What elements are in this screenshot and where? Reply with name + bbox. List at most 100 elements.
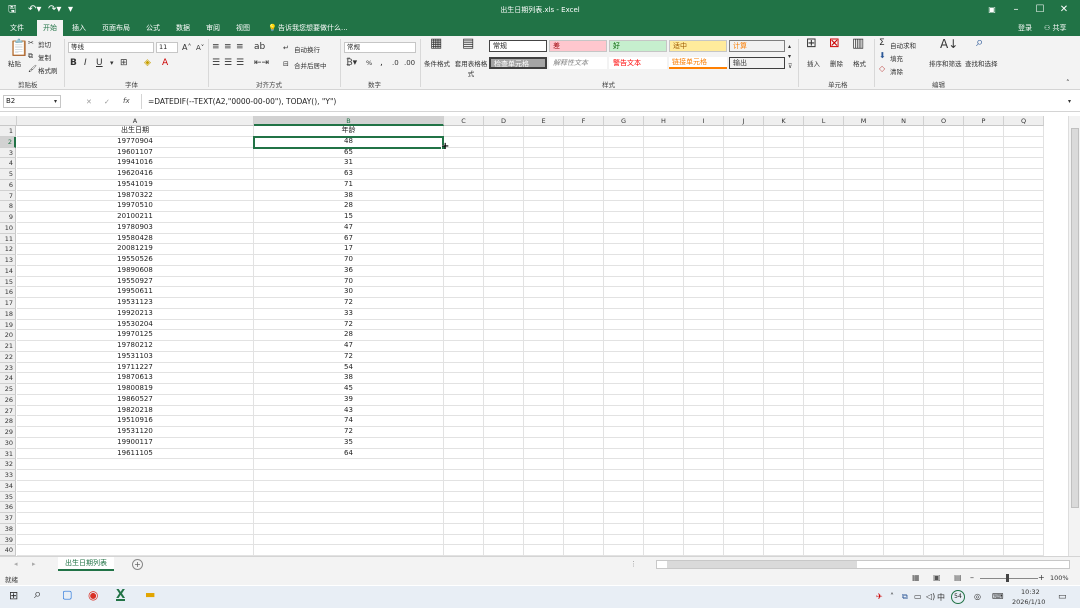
cell-o3[interactable] [924, 147, 964, 159]
cell-e3[interactable] [524, 147, 564, 159]
cell-n28[interactable] [884, 416, 924, 427]
cell-h36[interactable] [644, 502, 684, 513]
cell-l23[interactable] [804, 362, 844, 374]
cell-f31[interactable] [564, 448, 604, 460]
cell-i2[interactable] [684, 136, 724, 148]
styles-scroll-up-icon[interactable]: ▴ [788, 42, 791, 52]
cell-d22[interactable] [484, 351, 524, 363]
cell-o39[interactable] [924, 534, 964, 546]
cell-d16[interactable] [484, 287, 524, 298]
search-icon[interactable]: ⌕ [976, 36, 983, 49]
cell-q30[interactable] [1004, 437, 1044, 449]
cell-o24[interactable] [924, 373, 964, 384]
select-all-corner[interactable] [0, 116, 17, 126]
cell-j22[interactable] [724, 351, 764, 363]
cell-j8[interactable] [724, 201, 764, 212]
clock-date[interactable]: 2026/1/10 [1012, 598, 1045, 606]
column-header-g[interactable]: G [604, 116, 644, 126]
autosum-icon[interactable]: Σ [879, 38, 885, 48]
cell-h25[interactable] [644, 384, 684, 395]
cell-n27[interactable] [884, 405, 924, 417]
prev-sheet-icon[interactable]: ◂ [14, 559, 18, 569]
cell-a9[interactable]: 20100211 [17, 212, 254, 223]
cell-k31[interactable] [764, 448, 804, 460]
cell-l7[interactable] [804, 190, 844, 202]
cell-a21[interactable]: 19780212 [17, 341, 254, 352]
row-header[interactable]: 15 [0, 276, 16, 288]
cell-q38[interactable] [1004, 523, 1044, 535]
column-header-e[interactable]: E [524, 116, 564, 126]
cell-k19[interactable] [764, 319, 804, 331]
cell-q6[interactable] [1004, 179, 1044, 191]
row-header[interactable]: 28 [0, 416, 16, 427]
cell-m11[interactable] [844, 233, 884, 245]
row-header[interactable]: 12 [0, 244, 16, 255]
cell-m37[interactable] [844, 513, 884, 524]
cell-c36[interactable] [444, 502, 484, 513]
cell-a14[interactable]: 19890608 [17, 265, 254, 277]
cell-j4[interactable] [724, 158, 764, 169]
cell-l33[interactable] [804, 470, 844, 481]
cell-a24[interactable]: 19870613 [17, 373, 254, 384]
cell-o12[interactable] [924, 244, 964, 255]
cell-g1[interactable] [604, 126, 644, 137]
cell-k12[interactable] [764, 244, 804, 255]
cell-g19[interactable] [604, 319, 644, 331]
style-calculation[interactable]: 计算 [729, 40, 785, 52]
cell-k37[interactable] [764, 513, 804, 524]
cell-p22[interactable] [964, 351, 1004, 363]
cell-l26[interactable] [804, 394, 844, 406]
cell-e39[interactable] [524, 534, 564, 546]
row-header[interactable]: 14 [0, 265, 16, 277]
cell-d12[interactable] [484, 244, 524, 255]
cell-j24[interactable] [724, 373, 764, 384]
cell-h11[interactable] [644, 233, 684, 245]
cell-l31[interactable] [804, 448, 844, 460]
row-header[interactable]: 25 [0, 384, 16, 395]
cell-q37[interactable] [1004, 513, 1044, 524]
cell-q16[interactable] [1004, 287, 1044, 298]
cell-q13[interactable] [1004, 255, 1044, 266]
cell-q19[interactable] [1004, 319, 1044, 331]
align-right-icon[interactable]: ☰ [236, 58, 244, 68]
cell-o28[interactable] [924, 416, 964, 427]
align-bottom-icon[interactable]: ≡ [236, 42, 244, 52]
cell-b36[interactable] [254, 502, 444, 513]
cell-k17[interactable] [764, 298, 804, 309]
zoom-level[interactable]: 100% [1050, 574, 1069, 582]
cell-o25[interactable] [924, 384, 964, 395]
cell-c37[interactable] [444, 513, 484, 524]
tray-icon[interactable]: ✈ [876, 592, 883, 602]
cell-k26[interactable] [764, 394, 804, 406]
cell-j30[interactable] [724, 437, 764, 449]
cell-a20[interactable]: 19970125 [17, 330, 254, 341]
cell-j31[interactable] [724, 448, 764, 460]
cell-p23[interactable] [964, 362, 1004, 374]
cell-m39[interactable] [844, 534, 884, 546]
cell-f40[interactable] [564, 545, 604, 556]
cell-b37[interactable] [254, 513, 444, 524]
cell-l8[interactable] [804, 201, 844, 212]
cell-f8[interactable] [564, 201, 604, 212]
cell-f16[interactable] [564, 287, 604, 298]
cell-i7[interactable] [684, 190, 724, 202]
cell-b8[interactable]: 28 [254, 201, 444, 212]
cell-l9[interactable] [804, 212, 844, 223]
cell-f7[interactable] [564, 190, 604, 202]
cell-g7[interactable] [604, 190, 644, 202]
ime-indicator[interactable]: 中 [937, 592, 945, 603]
cell-k36[interactable] [764, 502, 804, 513]
cell-p19[interactable] [964, 319, 1004, 331]
cell-p36[interactable] [964, 502, 1004, 513]
cell-f39[interactable] [564, 534, 604, 546]
cell-m29[interactable] [844, 427, 884, 438]
cell-c7[interactable] [444, 190, 484, 202]
cell-i19[interactable] [684, 319, 724, 331]
cell-o1[interactable] [924, 126, 964, 137]
cell-b31[interactable]: 64 [254, 448, 444, 460]
cell-a5[interactable]: 19620416 [17, 169, 254, 180]
cell-p8[interactable] [964, 201, 1004, 212]
cell-f29[interactable] [564, 427, 604, 438]
cell-k35[interactable] [764, 491, 804, 503]
cell-d6[interactable] [484, 179, 524, 191]
